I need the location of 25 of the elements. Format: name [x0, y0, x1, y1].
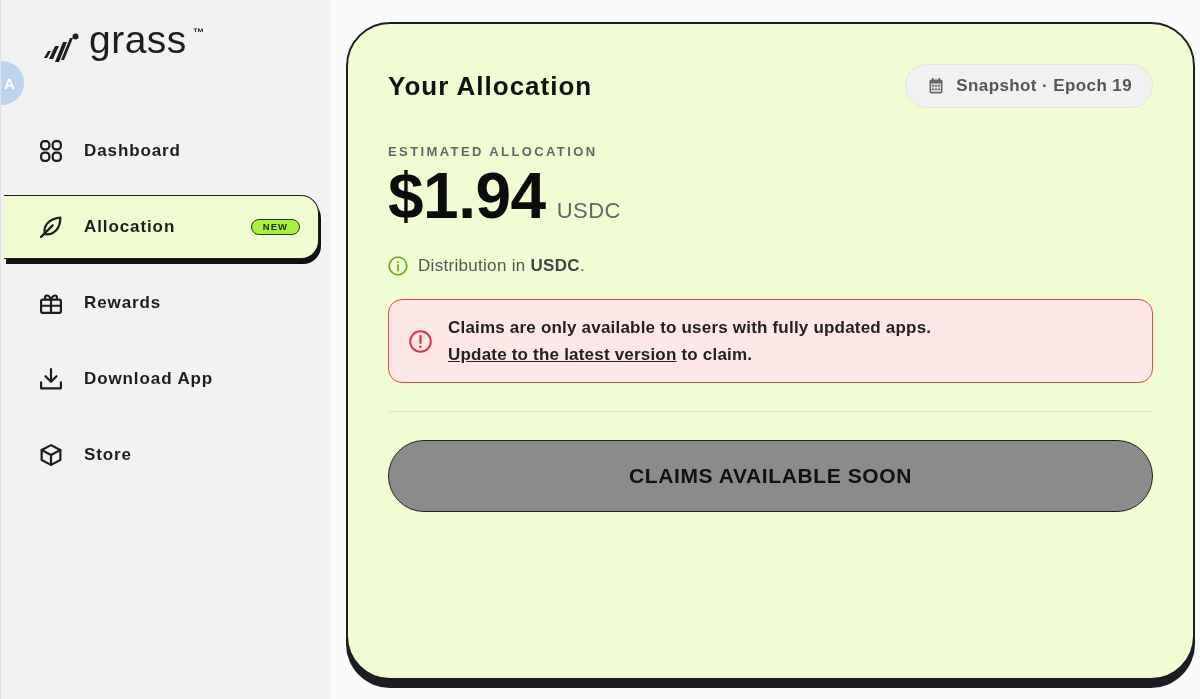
sidebar-item[interactable]: Store: [4, 423, 319, 487]
logo-icon: [44, 33, 79, 62]
grid-icon: [40, 140, 62, 162]
trademark-sign: ™: [192, 27, 204, 38]
sidebar-item[interactable]: Dashboard: [4, 119, 319, 183]
leaf-icon: [40, 216, 62, 238]
brand-name: grass: [89, 20, 187, 60]
gift-icon: [40, 292, 62, 314]
currency-label: USDC: [556, 198, 621, 224]
label-badge: NEW: [250, 219, 300, 235]
sidebar-item[interactable]: Download App: [4, 347, 319, 411]
card-title: Your Allocation: [388, 70, 593, 102]
estimate-label: ESTIMATED ALLOCATION: [388, 144, 599, 160]
allocation-amount: $1.94: [388, 162, 546, 230]
sidebar-item[interactable]: Rewards: [4, 271, 319, 335]
alert-message: Claims are only available to users with fully updated apps.: [448, 317, 932, 339]
cube-icon: [40, 444, 62, 466]
info-icon: [388, 256, 408, 276]
alert-icon: [409, 329, 432, 353]
download-icon: [40, 368, 62, 390]
alert-action-text: Update to the latest version to claim.: [448, 344, 754, 366]
calendar-icon: [929, 78, 944, 94]
distribution-note: Distribution in USDC.: [418, 256, 585, 276]
snapshot-chip: Snapshot · Epoch 19: [905, 64, 1153, 108]
update-link[interactable]: Update to the latest version: [448, 345, 677, 364]
